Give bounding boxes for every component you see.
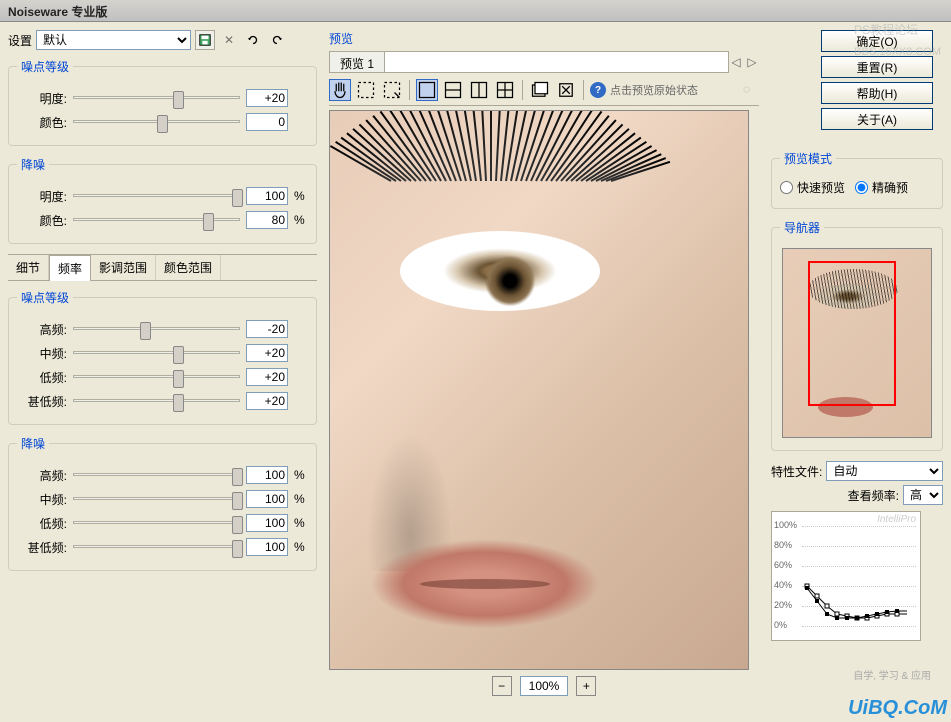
color-slider[interactable] [73,113,240,131]
save-preset-icon[interactable] [195,30,215,50]
fast-preview-radio[interactable]: 快速预览 [780,179,845,196]
about-button[interactable]: 关于(A) [821,108,933,130]
split-vertical-icon[interactable] [468,79,490,101]
color-label: 颜色: [17,114,67,131]
view-freq-label: 查看频率: [848,487,899,504]
fr-high-slider[interactable] [73,466,240,484]
zoom-out-button[interactable]: − [492,676,512,696]
freq-high-slider[interactable] [73,320,240,338]
preview-toolbar: ? 点击预览原始状态 ◌ [329,75,759,106]
window-titlebar: Noiseware 专业版 [0,0,951,22]
settings-label: 设置 [8,32,32,49]
center-panel: 预览 预览 1 ◁ ▷ ? 点击预览原始状态 [325,22,763,722]
fr-mid-input[interactable] [246,490,288,508]
noise-reduction-legend: 降噪 [17,156,49,173]
noise-level-legend: 噪点等级 [17,58,73,75]
navigator-group: 导航器 [771,219,943,451]
next-tab-icon[interactable]: ▷ [745,55,759,69]
window-title: Noiseware 专业版 [8,5,107,19]
fr-low-slider[interactable] [73,514,240,532]
tab-frequency[interactable]: 频率 [49,255,91,281]
left-panel: 设置 默认 ✕ 噪点等级 明度: 颜色: [0,22,325,722]
settings-row: 设置 默认 ✕ [8,30,317,50]
preview-tab-1[interactable]: 预览 1 [330,52,385,72]
view-freq-dropdown[interactable]: 高 [903,485,943,505]
prev-tab-icon[interactable]: ◁ [729,55,743,69]
profile-row: 特性文件: 自动 [771,461,943,481]
detail-tabs: 细节 频率 影调范围 颜色范围 [8,254,317,281]
nr-color-slider[interactable] [73,211,240,229]
fr-high-input[interactable] [246,466,288,484]
tab-detail[interactable]: 细节 [8,255,49,280]
preview-status: 点击预览原始状态 [610,82,698,98]
settings-preset-dropdown[interactable]: 默认 [36,30,191,50]
watermark-small: 自学, 学习 & 应用 [853,667,931,682]
profile-dropdown[interactable]: 自动 [826,461,943,481]
delete-preset-icon: ✕ [219,30,239,50]
freq-reduction-group: 降噪 高频:% 中频:% 低频:% 甚低频:% [8,435,317,571]
marquee-select-icon[interactable] [381,79,403,101]
navigator-rect[interactable] [808,261,896,406]
tab-color-range[interactable]: 颜色范围 [156,255,221,280]
profile-label: 特性文件: [771,463,822,480]
nr-luminance-input[interactable] [246,187,288,205]
freq-vlow-slider[interactable] [73,392,240,410]
hand-tool-icon[interactable] [329,79,351,101]
watermark-bottom: UiBQ.CoM [848,697,947,720]
freq-mid-input[interactable] [246,344,288,362]
tab-tonal-range[interactable]: 影调范围 [91,255,156,280]
right-panel: 确定(O) 重置(R) 帮助(H) 关于(A) 预览模式 快速预览 精确预 导航… [763,22,951,722]
freq-high-input[interactable] [246,320,288,338]
help-button[interactable]: 帮助(H) [821,82,933,104]
noise-reduction-group: 降噪 明度: % 颜色: % [8,156,317,244]
preview-label: 预览 [329,30,353,47]
fr-low-input[interactable] [246,514,288,532]
freq-noise-group: 噪点等级 高频: 中频: 低频: 甚低频: [8,289,317,425]
quad-view-icon[interactable] [494,79,516,101]
undo-icon[interactable] [243,30,263,50]
redo-icon[interactable] [267,30,287,50]
help-icon[interactable]: ? [590,82,606,98]
noise-level-group: 噪点等级 明度: 颜色: [8,58,317,146]
watermark-top: PS教程论坛 BBS.16XX8.COM [854,18,941,60]
zoom-in-button[interactable]: + [576,676,596,696]
split-horizontal-icon[interactable] [442,79,464,101]
new-window-icon[interactable] [529,79,551,101]
preview-tabs: 预览 1 [329,51,729,73]
color-input[interactable] [246,113,288,131]
fr-vlow-slider[interactable] [73,538,240,556]
preview-mode-group: 预览模式 快速预览 精确预 [771,150,943,209]
freq-vlow-input[interactable] [246,392,288,410]
luminance-input[interactable] [246,89,288,107]
freq-low-slider[interactable] [73,368,240,386]
fr-vlow-input[interactable] [246,538,288,556]
freq-low-input[interactable] [246,368,288,386]
navigator-view[interactable] [782,248,932,438]
preview-image[interactable] [329,110,749,670]
nr-luminance-slider[interactable] [73,187,240,205]
precise-preview-radio[interactable]: 精确预 [855,179,908,196]
freq-mid-slider[interactable] [73,344,240,362]
zoom-controls: − 100% + [329,676,759,696]
spinner-icon: ◌ [743,82,759,98]
luminance-label: 明度: [17,90,67,107]
zoom-value: 100% [520,676,569,696]
marquee-dashed-icon[interactable] [355,79,377,101]
luminance-slider[interactable] [73,89,240,107]
fr-mid-slider[interactable] [73,490,240,508]
single-view-icon[interactable] [416,79,438,101]
profile-chart: IntelliPro 100% 80% 60% 40% 20% 0% [771,511,921,641]
delete-window-icon[interactable] [555,79,577,101]
nr-color-input[interactable] [246,211,288,229]
